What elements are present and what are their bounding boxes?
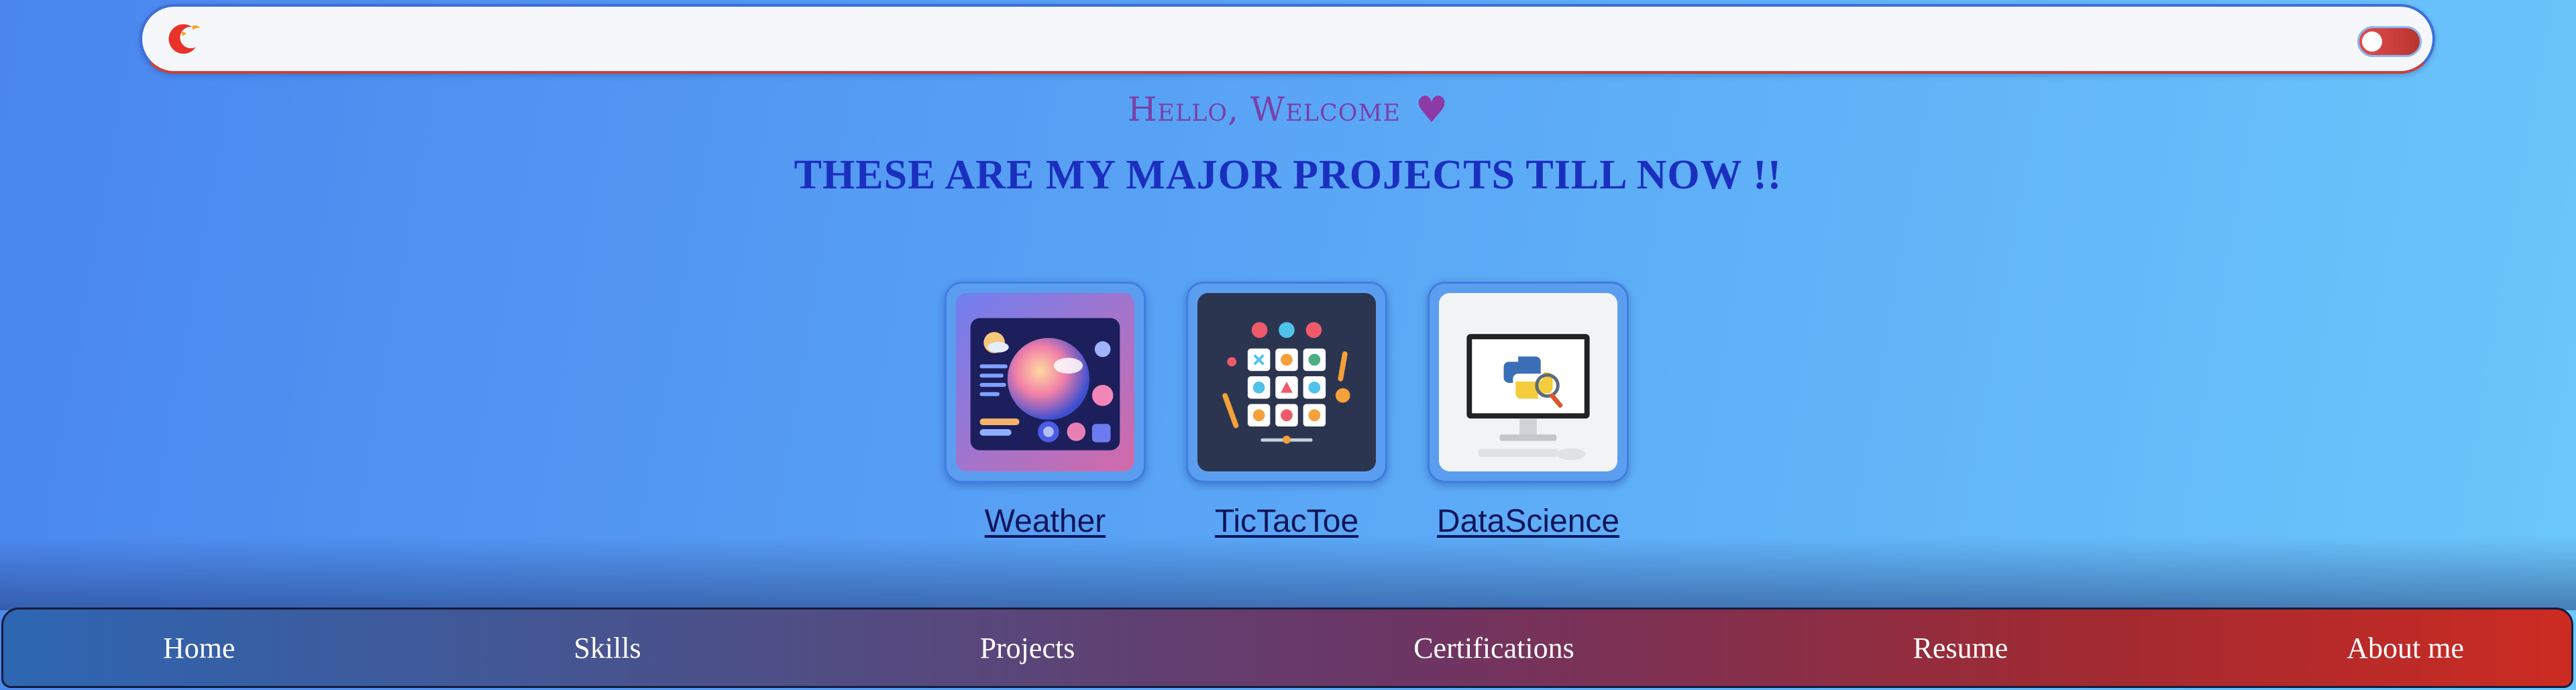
nav-item-about-me[interactable]: About me xyxy=(2347,631,2464,665)
red-crescent-logo-icon[interactable] xyxy=(165,19,205,59)
weather-dashboard-thumbnail xyxy=(956,293,1134,471)
nav-item-skills[interactable]: Skills xyxy=(574,631,641,665)
nav-item-certifications[interactable]: Certifications xyxy=(1413,631,1574,665)
project-link-datascience[interactable]: DataScience xyxy=(1437,503,1619,540)
project-card-tictactoe[interactable]: TicTacToe xyxy=(1186,282,1387,540)
nav-shadow xyxy=(0,536,2576,610)
project-link-tictactoe[interactable]: TicTacToe xyxy=(1215,503,1358,540)
project-thumbnail-frame[interactable] xyxy=(945,282,1146,483)
projects-gallery: Weather TicTacToe DataScience xyxy=(945,282,1629,540)
python-monitor-thumbnail xyxy=(1439,293,1617,471)
bottom-navigation: Home Skills Projects Certifications Resu… xyxy=(1,608,2573,688)
greeting-heading: Hello, Welcome ♥ xyxy=(0,89,2576,131)
top-search-bar xyxy=(140,4,2435,74)
greeting-text: Hello, Welcome xyxy=(1127,90,1401,129)
tictactoe-grid-thumbnail xyxy=(1197,293,1376,471)
nav-item-resume[interactable]: Resume xyxy=(1913,631,2008,665)
toggle-knob-icon xyxy=(2362,32,2382,52)
project-card-datascience[interactable]: DataScience xyxy=(1428,282,1629,540)
project-thumbnail-frame[interactable] xyxy=(1428,282,1629,483)
heart-icon: ♥ xyxy=(1415,89,1449,131)
project-link-weather[interactable]: Weather xyxy=(985,503,1106,540)
nav-item-home[interactable]: Home xyxy=(163,631,235,665)
project-thumbnail-frame[interactable] xyxy=(1186,282,1387,483)
page-title: These are my major projects till now !! xyxy=(794,152,1782,198)
theme-toggle[interactable] xyxy=(2357,26,2422,57)
project-card-weather[interactable]: Weather xyxy=(945,282,1146,540)
nav-item-projects[interactable]: Projects xyxy=(980,631,1075,665)
